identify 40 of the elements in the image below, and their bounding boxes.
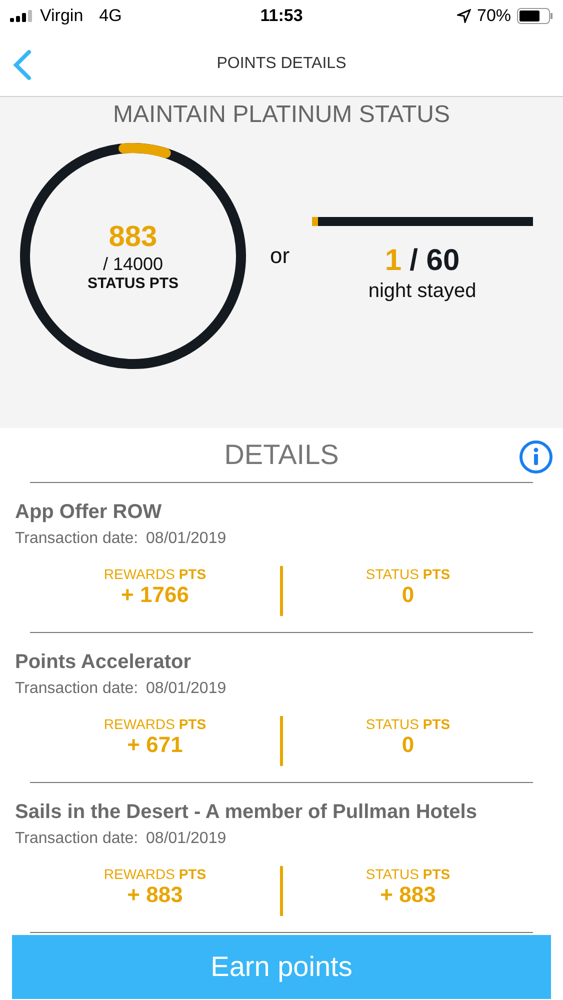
rewards-points-value: + 883 bbox=[127, 882, 183, 908]
clock-time: 11:53 bbox=[260, 6, 303, 26]
transaction-date: 08/01/2019 bbox=[146, 530, 226, 548]
battery-percent: 70% bbox=[476, 6, 512, 26]
status-points-label: STATUS PTS bbox=[366, 716, 450, 732]
date-label: Transaction date: bbox=[15, 830, 138, 848]
battery-icon bbox=[517, 8, 554, 24]
signal-icon bbox=[10, 10, 34, 22]
status-points-total: / 14000 bbox=[102, 254, 164, 274]
carrier-name: Virgin bbox=[40, 6, 84, 26]
page-title: POINTS DETAILS bbox=[216, 55, 346, 73]
nights-value: 1 bbox=[384, 244, 402, 278]
transaction-name: App Offer ROW bbox=[15, 501, 163, 524]
or-label: or bbox=[270, 243, 290, 269]
rewards-points-label: REWARDS PTS bbox=[104, 566, 206, 582]
transaction-name: Points Accelerator bbox=[15, 651, 192, 674]
status-points-value: 0 bbox=[402, 732, 414, 758]
status-points-label: STATUS PTS bbox=[366, 566, 450, 582]
transaction-name: Sails in the Desert - A member of Pullman Hotels bbox=[15, 801, 478, 824]
nights-total: / 60 bbox=[410, 244, 460, 278]
earn-points-button[interactable]: Earn points bbox=[12, 935, 551, 999]
details-title: DETAILS bbox=[224, 439, 339, 471]
transaction-date: 08/01/2019 bbox=[146, 680, 226, 698]
network-type: 4G bbox=[99, 6, 122, 26]
location-icon bbox=[456, 9, 471, 23]
rewards-points-label: REWARDS PTS bbox=[104, 866, 206, 882]
status-points-value: 0 bbox=[402, 582, 414, 608]
rewards-points-value: + 1766 bbox=[121, 582, 189, 608]
status-points-value: + 883 bbox=[380, 882, 436, 908]
rewards-points-label: REWARDS PTS bbox=[104, 716, 206, 732]
date-label: Transaction date: bbox=[15, 530, 138, 548]
status-points-label: STATUS PTS bbox=[87, 274, 179, 292]
transaction-date: 08/01/2019 bbox=[146, 830, 226, 848]
status-points-value: 883 bbox=[108, 220, 158, 254]
rewards-points-value: + 671 bbox=[127, 732, 183, 758]
status-points-label: STATUS PTS bbox=[366, 866, 450, 882]
info-button[interactable] bbox=[519, 440, 553, 474]
status-title: MAINTAIN PLATINUM STATUS bbox=[113, 101, 450, 129]
nights-label: night stayed bbox=[368, 280, 476, 303]
date-label: Transaction date: bbox=[15, 680, 138, 698]
